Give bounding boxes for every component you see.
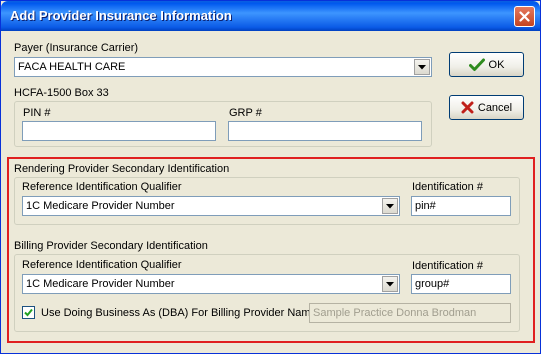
rendering-id-input[interactable]: pin# (411, 196, 511, 216)
billing-id-value: group# (415, 278, 450, 290)
checkmark-icon (468, 58, 485, 71)
grp-input[interactable] (228, 121, 422, 141)
rendering-section-label: Rendering Provider Secondary Identificat… (14, 163, 230, 175)
rendering-qualifier-label: Reference Identification Qualifier (22, 181, 182, 193)
billing-qualifier-label: Reference Identification Qualifier (22, 259, 182, 271)
billing-qualifier-dropdown[interactable]: 1C Medicare Provider Number (22, 274, 400, 294)
dba-name-input[interactable]: Sample Practice Donna Brodman (309, 303, 511, 323)
billing-qualifier-value: 1C Medicare Provider Number (26, 278, 175, 290)
dba-checkbox[interactable] (22, 306, 35, 319)
ok-button[interactable]: OK (449, 52, 524, 77)
payer-dropdown[interactable]: FACA HEALTH CARE (14, 57, 432, 77)
dba-label[interactable]: Use Doing Business As (DBA) For Billing … (41, 307, 320, 319)
rendering-qualifier-dropdown[interactable]: 1C Medicare Provider Number (22, 196, 400, 216)
window-title: Add Provider Insurance Information (10, 8, 232, 23)
cancel-button[interactable]: Cancel (449, 95, 524, 120)
payer-label: Payer (Insurance Carrier) (14, 42, 139, 54)
pin-label: PIN # (23, 107, 51, 119)
cancel-label: Cancel (477, 101, 513, 114)
checkmark-icon (24, 308, 33, 317)
chevron-down-icon (386, 203, 394, 208)
billing-qualifier-arrow[interactable] (382, 276, 398, 292)
payer-dropdown-arrow[interactable] (414, 59, 430, 75)
close-button[interactable] (514, 6, 535, 27)
hcfa-label: HCFA-1500 Box 33 (14, 87, 109, 99)
rendering-id-label: Identification # (412, 181, 483, 193)
dialog-window: Add Provider Insurance Information Payer… (0, 0, 541, 354)
chevron-down-icon (418, 64, 426, 69)
title-bar[interactable]: Add Provider Insurance Information (1, 1, 540, 31)
pin-input[interactable] (22, 121, 216, 141)
billing-id-label: Identification # (412, 260, 483, 272)
x-icon (461, 101, 474, 114)
rendering-id-value: pin# (415, 200, 436, 212)
dba-name-value: Sample Practice Donna Brodman (313, 307, 477, 319)
rendering-qualifier-arrow[interactable] (382, 198, 398, 214)
billing-section-label: Billing Provider Secondary Identificatio… (14, 240, 208, 252)
chevron-down-icon (386, 281, 394, 286)
rendering-qualifier-value: 1C Medicare Provider Number (26, 200, 175, 212)
payer-value: FACA HEALTH CARE (18, 61, 126, 73)
close-icon (519, 11, 530, 22)
ok-label: OK (488, 58, 505, 71)
grp-label: GRP # (229, 107, 262, 119)
billing-id-input[interactable]: group# (411, 274, 511, 294)
